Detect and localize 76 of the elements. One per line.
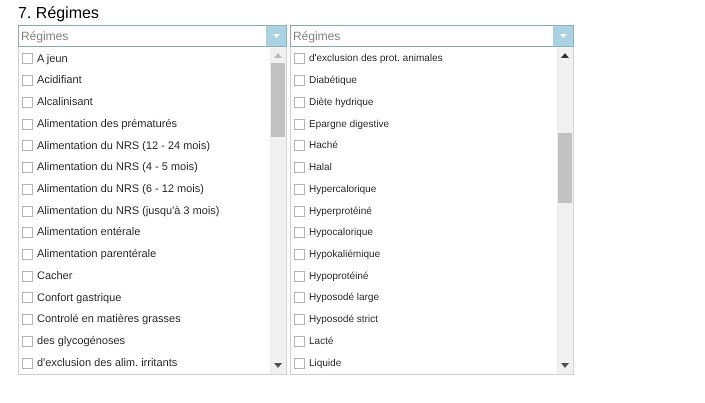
option-label[interactable]: Alimentation des prématurés (37, 116, 178, 132)
scroll-thumb[interactable] (271, 63, 285, 137)
checkbox[interactable] (294, 248, 305, 260)
checkbox[interactable] (22, 96, 33, 108)
option-label[interactable]: Hyposodé strict (309, 312, 378, 328)
option-label[interactable]: Alcalinisant (37, 94, 93, 111)
option-label[interactable]: Alimentation du NRS (jusqu'à 3 mois) (37, 202, 220, 220)
option-label[interactable]: Haché (309, 138, 338, 154)
option-label[interactable]: des glycogénoses (37, 333, 126, 350)
caret-icon (272, 34, 280, 38)
checkbox[interactable] (22, 184, 33, 195)
checkbox[interactable] (22, 140, 33, 152)
select-field[interactable]: Régimes (18, 25, 287, 47)
option-label[interactable]: Alimentation du NRS (12 - 24 mois) (37, 138, 210, 154)
checkbox[interactable] (22, 270, 33, 282)
option-label[interactable]: Lacté (309, 334, 334, 349)
option-label[interactable]: Alimentation du NRS (4 - 5 mois) (37, 159, 198, 176)
checkbox[interactable] (22, 336, 33, 347)
scroll-down-icon[interactable] (561, 363, 569, 368)
dropdown-button[interactable] (266, 26, 286, 46)
option-label[interactable]: Epargne digestive (309, 116, 390, 132)
section-title: 7. Régimes (18, 4, 100, 24)
checkbox[interactable] (294, 75, 305, 86)
placeholder-text: Régimes (292, 28, 342, 45)
option-label[interactable]: Hypercalorique (309, 182, 376, 197)
option-label[interactable]: Alimentation du NRS (6 - 12 mois) (37, 181, 204, 198)
option-label[interactable]: Confort gastrique (37, 290, 122, 306)
checkbox[interactable] (294, 53, 305, 64)
checkbox[interactable] (294, 358, 305, 369)
option-label[interactable]: Liquide (309, 356, 342, 371)
scroll-down-icon[interactable] (274, 363, 282, 368)
option-label[interactable]: Acidifiant (37, 72, 82, 89)
option-label[interactable]: Alimentation entérale (37, 224, 140, 241)
checkbox[interactable] (22, 248, 33, 260)
checkbox[interactable] (22, 75, 33, 86)
checkbox[interactable] (294, 336, 305, 347)
checkbox[interactable] (294, 270, 305, 282)
option-label[interactable]: Hypokaliémique (309, 246, 380, 262)
option-label[interactable]: Hypocalorique (309, 225, 373, 240)
checkbox[interactable] (294, 184, 305, 195)
checkbox[interactable] (22, 314, 33, 326)
checkbox[interactable] (294, 227, 305, 238)
caret-icon (560, 34, 566, 38)
option-label[interactable]: d'exclusion des prot. animales (309, 51, 443, 66)
placeholder-text: Régimes (20, 28, 70, 45)
option-label[interactable]: Hyposodé large (309, 290, 380, 306)
scroll-up-icon[interactable] (561, 53, 569, 58)
checkbox[interactable] (22, 53, 33, 64)
scroll-thumb[interactable] (558, 133, 572, 203)
checkbox[interactable] (22, 292, 33, 304)
option-label[interactable]: Hypoprotéiné (309, 268, 368, 284)
select-field[interactable]: Régimes (290, 25, 574, 47)
option-label[interactable]: A jeun (37, 50, 68, 68)
checkbox[interactable] (294, 314, 305, 326)
option-label[interactable]: d'exclusion des alim. irritants (37, 354, 178, 372)
option-label[interactable]: Diète hydrique (309, 94, 374, 110)
option-label[interactable]: Hyperprotéiné (309, 204, 372, 218)
checkbox[interactable] (22, 206, 33, 216)
checkbox[interactable] (294, 140, 305, 152)
option-label[interactable]: Alimentation parentérale (37, 246, 156, 263)
scrollbar[interactable] (270, 47, 286, 374)
checkbox[interactable] (22, 118, 33, 130)
checkbox[interactable] (294, 118, 305, 130)
scrollbar[interactable] (557, 47, 573, 374)
dropdown-button[interactable] (553, 26, 573, 46)
checkbox[interactable] (294, 96, 305, 108)
checkbox[interactable] (22, 227, 33, 238)
checkbox[interactable] (22, 162, 33, 174)
checkbox[interactable] (294, 292, 305, 304)
option-label[interactable]: Diabétique (309, 73, 357, 88)
option-label[interactable]: Cacher (37, 268, 72, 284)
checkbox[interactable] (22, 358, 33, 369)
checkbox[interactable] (294, 162, 305, 174)
option-label[interactable]: Halal (309, 160, 332, 176)
option-label[interactable]: Controlé en matières grasses (37, 311, 181, 328)
checkbox[interactable] (294, 206, 305, 216)
